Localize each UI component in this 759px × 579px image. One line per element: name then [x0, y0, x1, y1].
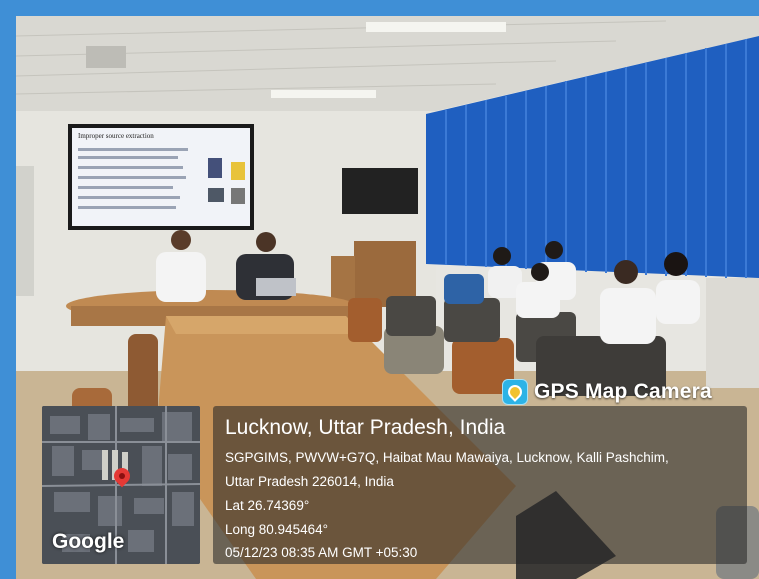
longitude: Long 80.945464° — [225, 522, 328, 537]
student-4-coat — [600, 288, 656, 344]
chair-dark-1 — [386, 296, 436, 336]
student-3-head — [531, 263, 549, 281]
google-attribution: Google — [52, 530, 125, 553]
gps-map-camera-icon — [502, 379, 528, 405]
chair-orange-1 — [348, 298, 382, 342]
right-wall — [706, 278, 759, 388]
presenter-2-head — [256, 232, 276, 252]
gps-map-camera-badge: GPS Map Camera — [502, 374, 752, 410]
student-3-coat — [516, 282, 560, 318]
latitude: Lat 26.74369° — [225, 498, 310, 513]
student-1-head — [493, 247, 511, 265]
presenter-1-coat — [156, 252, 206, 302]
app-name: GPS Map Camera — [534, 380, 712, 403]
student-5-head — [664, 252, 688, 276]
location-title: Lucknow, Uttar Pradesh, India — [225, 416, 506, 439]
chair-dark-2 — [444, 298, 500, 342]
student-5-coat — [656, 280, 700, 324]
slide-image-box — [208, 188, 224, 202]
television — [342, 168, 418, 214]
ceiling-light — [366, 22, 506, 32]
slide-image-note — [231, 162, 245, 180]
presenter-1-head — [171, 230, 191, 250]
timestamp: 05/12/23 08:35 AM GMT +05:30 — [225, 545, 418, 560]
slide-title: Improper source extraction — [78, 132, 154, 140]
classroom-photo: Improper source extraction GPS Map Camer… — [16, 16, 759, 579]
slide-image-phone — [208, 158, 222, 178]
student-4-head — [614, 260, 638, 284]
photo-frame: Improper source extraction GPS Map Camer… — [0, 0, 759, 579]
address-line-2: Uttar Pradesh 226014, India — [225, 474, 394, 489]
ceiling-light-2 — [271, 90, 376, 98]
student-2-head — [545, 241, 563, 259]
slide-image-device — [231, 188, 245, 204]
conference-table-top-highlight — [166, 316, 361, 334]
whiteboard-edge — [16, 166, 34, 296]
laptop — [256, 278, 296, 296]
location-info-panel: Lucknow, Uttar Pradesh, India SGPGIMS, P… — [213, 406, 747, 564]
backpack — [444, 274, 484, 304]
address-line-1: SGPGIMS, PWVW+G7Q, Haibat Mau Mawaiya, L… — [225, 450, 669, 465]
map-thumbnail: Google — [42, 406, 200, 564]
projector — [86, 46, 126, 68]
chair-left-1 — [128, 334, 158, 414]
